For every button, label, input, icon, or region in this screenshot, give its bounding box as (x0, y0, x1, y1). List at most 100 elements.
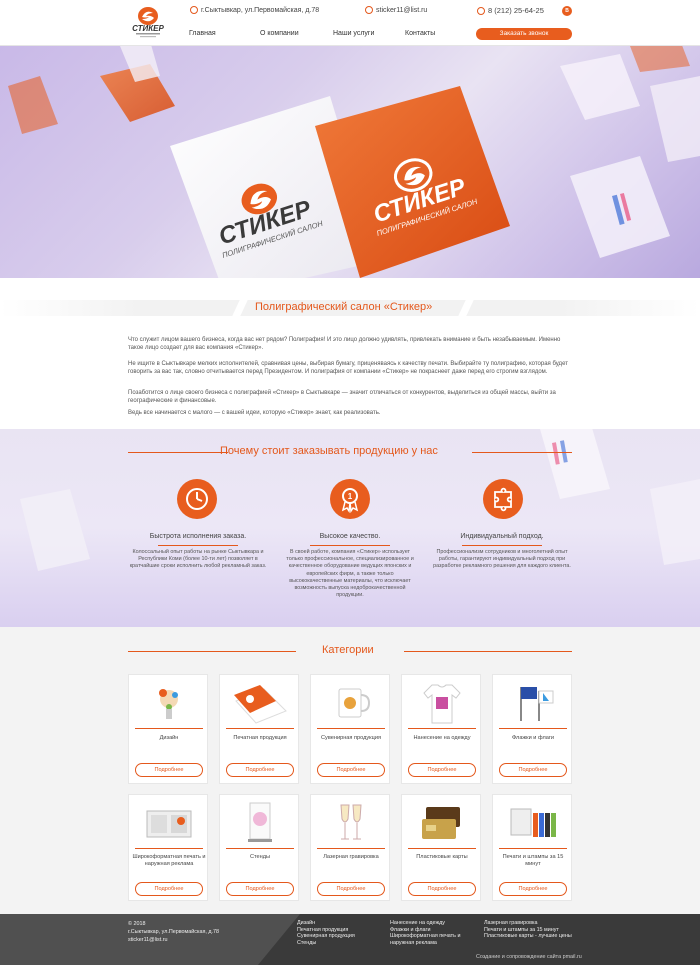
card-icon (422, 807, 460, 839)
mail-icon (365, 6, 373, 14)
feature-title: Быстрота исполнения заказа. (149, 533, 247, 540)
feature-text: Профессионализм сотрудников и многолетни… (433, 549, 571, 570)
card-label: Печатная продукция (233, 735, 287, 741)
footer-email[interactable]: sticker11@list.ru (128, 937, 168, 944)
billboard-icon (146, 810, 192, 838)
more-button[interactable]: Подробнее (408, 763, 476, 777)
category-card[interactable]: Лазерная гравировка Подробнее (310, 794, 390, 901)
intro-title: Полиграфический салон «Стикер» (255, 301, 433, 313)
card-divider (499, 848, 567, 849)
why-title-rule-left (128, 452, 228, 453)
header-address: г.Сыктывкар, ул.Первомайская, д.78 (190, 6, 319, 14)
categories-title: Категории (322, 644, 374, 656)
category-card[interactable]: Стенды Подробнее (219, 794, 299, 901)
call-request-button[interactable]: Заказать звонок (476, 28, 572, 40)
feature-text: Колоссальный опыт работы на рынке Сыктыв… (129, 549, 267, 570)
why-title: Почему стоит заказывать продукцию у нас (220, 445, 438, 457)
nav-about[interactable]: О компании (260, 30, 299, 37)
card-divider (499, 728, 567, 729)
more-button[interactable]: Подробнее (317, 763, 385, 777)
categories-rule-left (128, 651, 296, 652)
categories-rule-right (404, 651, 572, 652)
footer-link[interactable]: Широкоформатная печать и наружная реклам… (390, 933, 472, 946)
nav-home[interactable]: Главная (189, 30, 216, 37)
card-divider (226, 728, 294, 729)
category-card[interactable]: Печатная продукция Подробнее (219, 674, 299, 784)
logo-text: СТИКЕР (132, 24, 164, 33)
email-text[interactable]: sticker11@list.ru (376, 7, 427, 14)
card-divider (408, 848, 476, 849)
header-email[interactable]: sticker11@list.ru (365, 6, 427, 14)
intro-paragraph: Что служит лицом вашего бизнеса, когда в… (128, 337, 561, 352)
intro-paragraph: Не ищите в Сыктывкаре мелких исполнителе… (128, 361, 568, 376)
more-button[interactable]: Подробнее (226, 882, 294, 896)
design-icon (159, 689, 178, 719)
category-card[interactable]: Флажки и флаги Подробнее (492, 674, 572, 784)
card-divider (408, 728, 476, 729)
why-us-section: Почему стоит заказывать продукцию у нас … (0, 429, 700, 627)
category-card[interactable]: Нанесение на одежду Подробнее (401, 674, 481, 784)
site-footer: © 2018 г.Сыктывкар, ул.Первомайская, д.7… (0, 914, 700, 965)
flag-icon (520, 687, 554, 721)
card-label: Сувенирная продукция (321, 735, 381, 741)
phone-icon (477, 6, 485, 15)
card-label: Пластиковые карты (416, 854, 468, 860)
tshirt-icon (423, 684, 461, 724)
intro-paragraph: Позаботится о лице своего бизнеса с поли… (128, 390, 556, 405)
footer-link[interactable]: Пластиковые карты - лучшие цены (484, 933, 572, 940)
categories-section: Категории Дизайн Подробнее Печатная прод… (0, 627, 700, 914)
category-card[interactable]: Сувенирная продукция Подробнее (310, 674, 390, 784)
category-card[interactable]: Пластиковые карты Подробнее (401, 794, 481, 901)
stamp-icon (510, 808, 556, 837)
card-divider (135, 848, 203, 849)
feature-title: Высокое качество. (319, 533, 381, 540)
category-card[interactable]: Дизайн Подробнее (128, 674, 208, 784)
intro-paragraph: Ведь все начинается с малого — с вашей и… (128, 410, 381, 416)
nav-contacts[interactable]: Контакты (405, 30, 435, 37)
feature-underline (310, 545, 390, 546)
more-button[interactable]: Подробнее (226, 763, 294, 777)
more-button[interactable]: Подробнее (499, 763, 567, 777)
feature-underline (158, 545, 238, 546)
print-icon (234, 685, 287, 724)
card-label: Печати и штампы за 15 минут (502, 854, 564, 868)
card-label: Лазерная гравировка (323, 854, 379, 860)
intro-section: Полиграфический салон «Стикер» Что служи… (0, 278, 700, 429)
address-text: г.Сыктывкар, ул.Первомайская, д.78 (201, 6, 320, 14)
card-divider (226, 848, 294, 849)
footer-address: г.Сыктывкар, ул.Первомайская, д.78 (128, 929, 219, 935)
card-divider (317, 728, 385, 729)
category-card[interactable]: Печати и штампы за 15 минут Подробнее (492, 794, 572, 901)
header-phone[interactable]: 8 (212) 25-64-25 (477, 6, 544, 15)
phone-text[interactable]: 8 (212) 25-64-25 (488, 6, 544, 15)
why-title-rule-right (472, 452, 572, 453)
nav-services[interactable]: Наши услуги (333, 30, 374, 37)
more-button[interactable]: Подробнее (135, 882, 203, 896)
location-pin-icon (190, 6, 198, 14)
footer-copyright: © 2018 (128, 921, 146, 927)
footer-link[interactable]: Стенды (297, 940, 316, 947)
logo[interactable]: СТИКЕР (127, 4, 169, 40)
stand-icon (248, 802, 272, 842)
clock-icon (177, 479, 217, 519)
feature-text: В своей работе, компания «Стикер» исполь… (286, 549, 414, 599)
card-label: Стенды (249, 854, 271, 860)
card-label: Нанесение на одежду (413, 735, 471, 741)
glasses-icon (340, 804, 362, 840)
more-button[interactable]: Подробнее (408, 882, 476, 896)
category-card[interactable]: Широкоформатная печать и наружная реклам… (128, 794, 208, 901)
puzzle-icon (483, 479, 523, 519)
footer-credit[interactable]: Создание и сопровождение сайта pmail.ru (476, 954, 582, 961)
card-label: Флажки и флаги (511, 735, 554, 741)
card-divider (317, 848, 385, 849)
social-icon[interactable]: B (562, 6, 572, 16)
more-button[interactable]: Подробнее (135, 763, 203, 777)
more-button[interactable]: Подробнее (499, 882, 567, 896)
more-button[interactable]: Подробнее (317, 882, 385, 896)
card-label: Широкоформатная печать и наружная реклам… (132, 854, 206, 868)
card-divider (135, 728, 203, 729)
medal-icon: 1 (330, 479, 370, 519)
hero-banner: СТИКЕР ПОЛИГРАФИЧЕСКИЙ САЛОН СТИКЕР ПОЛИ… (0, 46, 700, 278)
svg-text:1: 1 (348, 492, 353, 501)
site-header: СТИКЕР г.Сыктывкар, ул.Первомайская, д.7… (0, 0, 700, 46)
